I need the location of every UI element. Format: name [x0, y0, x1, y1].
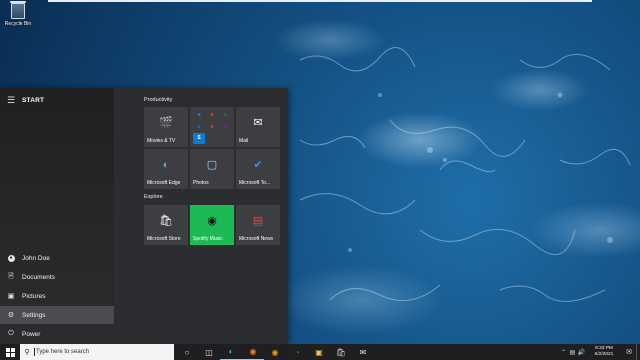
rail-item-label: John Doe [22, 254, 50, 262]
recycle-bin-icon [10, 1, 26, 19]
tile-spotify-music[interactable]: ◉ Spotify Music [190, 205, 234, 245]
chevron-up-icon[interactable]: ⌃ [559, 349, 568, 356]
start-title: START [22, 96, 45, 104]
tile-movies-tv[interactable]: 🎬 Movies & TV [144, 107, 188, 147]
rail-item-user[interactable]: ● John Doe [0, 249, 114, 267]
store-icon: 🛍 [159, 215, 173, 227]
tile-label: Photos [193, 180, 209, 186]
clock[interactable]: 8:33 PM 6/2/2021 [586, 344, 622, 360]
gear-icon: ⚙ [7, 312, 15, 319]
tile-office-apps-folder[interactable]: ■ ■ ■ ■ ■ ■ S [190, 107, 234, 147]
system-tray: ⌃ ▤ 🔊 8:33 PM 6/2/2021 ✉ [559, 344, 640, 360]
rail-item-documents[interactable]: 🗎 Documents [0, 268, 114, 286]
tile-label: Microsoft News [239, 236, 274, 242]
hamburger-menu-icon[interactable]: ☰ [0, 95, 22, 106]
firefox-icon[interactable]: ◉ [242, 344, 264, 360]
search-placeholder: Type here to search [36, 349, 90, 355]
tile-label: Microsoft Store [147, 236, 181, 242]
window-edge-strip [48, 0, 592, 2]
volume-icon[interactable]: 🔊 [577, 349, 586, 356]
task-view-circle-icon[interactable]: ○ [176, 344, 198, 360]
group-title-explore: Explore [144, 194, 163, 200]
group-title-productivity: Productivity [144, 97, 173, 103]
search-box[interactable]: ⚲ Type here to search [20, 344, 174, 360]
todo-icon: ✔ [253, 159, 263, 171]
notification-icon[interactable]: ✉ [622, 348, 636, 356]
start-header: ☰ START [0, 92, 114, 108]
rail-item-label: Power [22, 330, 41, 338]
news-icon: ▤ [252, 215, 264, 227]
taskbar: ⚲ Type here to search ○ ◫ ◐ ◉ ◉ ◔ ▣ 🛍 ✉ … [0, 344, 640, 360]
spotify-icon: ◉ [207, 215, 217, 227]
tile-label: Movies & TV [147, 138, 176, 144]
rail-item-label: Settings [22, 311, 46, 319]
rail-item-power[interactable]: ⏻ Power [0, 325, 114, 343]
picture-icon: ▣ [7, 293, 15, 300]
windows-logo-icon [5, 347, 15, 357]
firefox-alt-icon[interactable]: ◉ [264, 344, 286, 360]
photos-icon: ▢ [206, 159, 218, 171]
search-icon: ⚲ [24, 349, 30, 356]
power-icon: ⏻ [8, 330, 14, 337]
edge-icon[interactable]: ◐ [220, 344, 242, 360]
desktop-icon-recycle-bin[interactable]: Recycle Bin [2, 1, 34, 27]
edge-icon: ◐ [162, 159, 170, 171]
file-explorer-icon[interactable]: ▣ [308, 344, 330, 360]
tile-photos[interactable]: ▢ Photos [190, 149, 234, 189]
mail-icon: ✉ [253, 117, 263, 129]
tile-mail[interactable]: ✉ Mail [236, 107, 280, 147]
show-desktop-button[interactable] [636, 344, 640, 360]
rail-item-pictures[interactable]: ▣ Pictures [0, 287, 114, 305]
rail-item-label: Pictures [22, 292, 46, 300]
rail-item-label: Documents [22, 273, 55, 281]
tile-microsoft-news[interactable]: ▤ Microsoft News [236, 205, 280, 245]
tile-label: Microsoft Edge [147, 180, 181, 186]
network-icon[interactable]: ▤ [568, 349, 577, 356]
user-icon: ● [7, 255, 15, 262]
tiles-area: Productivity 🎬 Movies & TV ■ ■ ■ ■ ■ ■ S ✉ M… [140, 88, 288, 344]
office-apps-folder-icon: ■ ■ ■ ■ ■ ■ S [193, 110, 231, 144]
tile-microsoft-store[interactable]: 🛍 Microsoft Store [144, 205, 188, 245]
movies-icon: 🎬 [159, 117, 173, 129]
start-button[interactable] [0, 344, 20, 360]
rail-item-settings[interactable]: ⚙ Settings [0, 306, 114, 324]
mail-icon[interactable]: ✉ [352, 344, 374, 360]
store-icon[interactable]: 🛍 [330, 344, 352, 360]
tile-label: Microsoft To... [239, 180, 271, 186]
document-icon: 🗎 [8, 272, 14, 280]
chrome-icon[interactable]: ◔ [286, 344, 308, 360]
text-cursor [34, 348, 35, 356]
start-rail: ☰ START ● John Doe 🗎 Documents ▣ Picture… [0, 88, 114, 344]
tile-microsoft-edge[interactable]: ◐ Microsoft Edge [144, 149, 188, 189]
timeline-icon[interactable]: ◫ [198, 344, 220, 360]
desktop-icon-label: Recycle Bin [4, 21, 32, 27]
tile-label: Spotify Music [193, 236, 223, 242]
clock-date: 6/2/2021 [594, 352, 614, 358]
start-menu: ☰ START ● John Doe 🗎 Documents ▣ Picture… [0, 88, 288, 344]
tile-label: Mail [239, 138, 249, 144]
tile-microsoft-todo[interactable]: ✔ Microsoft To... [236, 149, 280, 189]
